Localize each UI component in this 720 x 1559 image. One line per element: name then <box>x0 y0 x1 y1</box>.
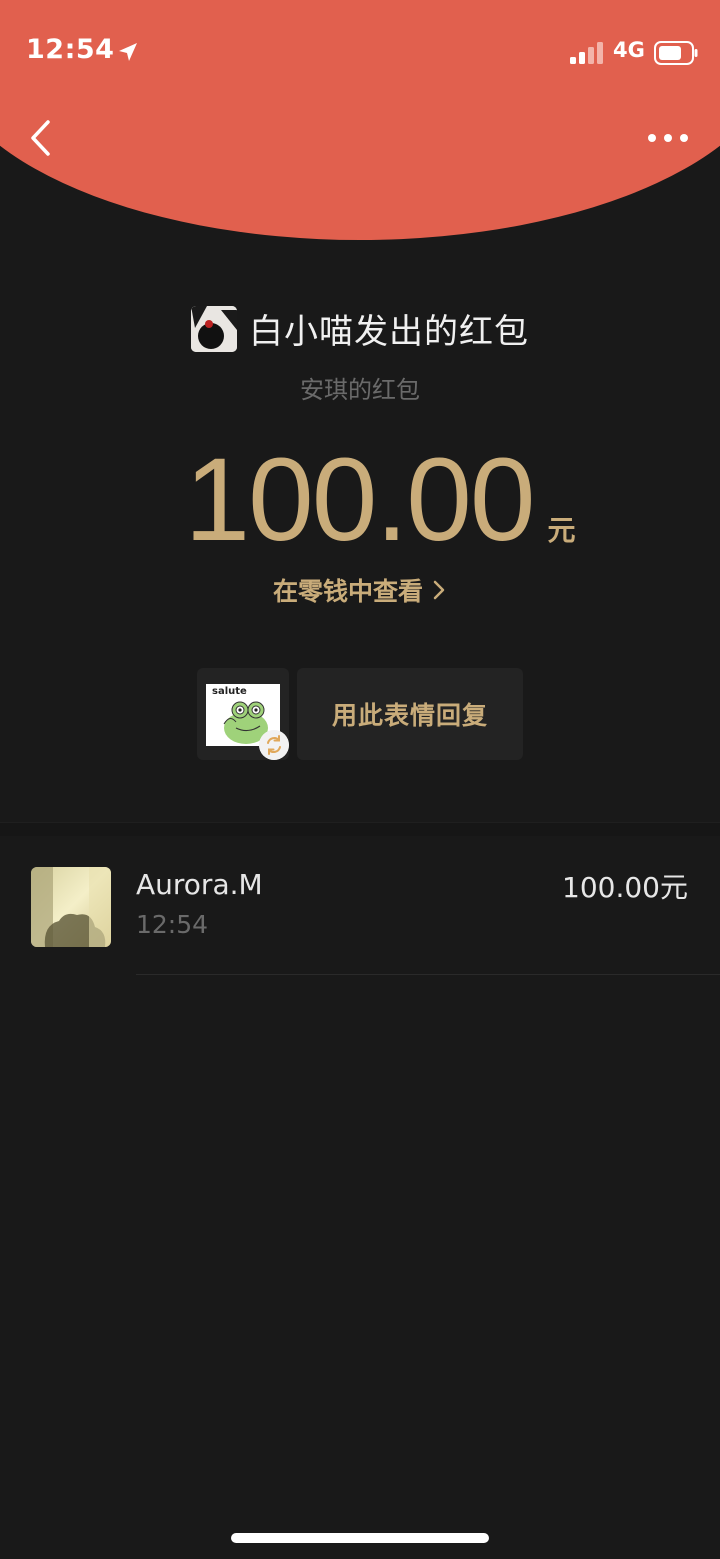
location-arrow-icon <box>119 43 137 61</box>
sender-avatar[interactable] <box>191 305 237 352</box>
amount-row: 100.00 元 <box>0 432 720 568</box>
battery-icon <box>654 41 698 65</box>
sender-row: 白小喵发出的红包 <box>0 304 720 353</box>
sender-title: 白小喵发出的红包 <box>249 312 529 352</box>
receiver-name: Aurora.M <box>136 868 263 901</box>
network-type: 4G <box>613 38 645 62</box>
reply-with-sticker-button[interactable]: 用此表情回复 <box>297 668 523 760</box>
sticker-preview[interactable]: salute <box>197 668 289 760</box>
more-options-button[interactable] <box>644 126 692 150</box>
blessing-text: 安琪的红包 <box>300 376 420 404</box>
view-in-change-link[interactable]: 在零钱中查看 <box>0 572 720 608</box>
chevron-right-icon <box>433 580 445 600</box>
red-packet-detail-screen: 12:54 4G 白小喵发出的红包 安琪的红包 100.00 元 在零钱中查看 … <box>0 0 720 1559</box>
receiver-avatar[interactable] <box>31 867 111 947</box>
refresh-icon[interactable] <box>259 730 289 760</box>
sender-avatar-image <box>191 305 237 352</box>
receiver-amount: 100.00元 <box>562 871 688 904</box>
receiver-list-item[interactable]: Aurora.M 12:54 100.00元 <box>0 836 720 976</box>
receiver-avatar-image <box>31 867 111 947</box>
cellular-signal-icon <box>570 42 603 64</box>
status-time: 12:54 <box>26 34 115 65</box>
amount-value: 100.00 <box>184 434 536 566</box>
receiver-time: 12:54 <box>136 910 209 939</box>
row-divider <box>136 974 720 975</box>
home-indicator[interactable] <box>231 1533 489 1543</box>
section-divider <box>0 822 720 836</box>
amount-unit: 元 <box>547 514 576 547</box>
view-in-change-label: 在零钱中查看 <box>272 577 423 606</box>
status-bar: 12:54 4G <box>0 0 720 100</box>
back-button[interactable] <box>24 116 64 160</box>
